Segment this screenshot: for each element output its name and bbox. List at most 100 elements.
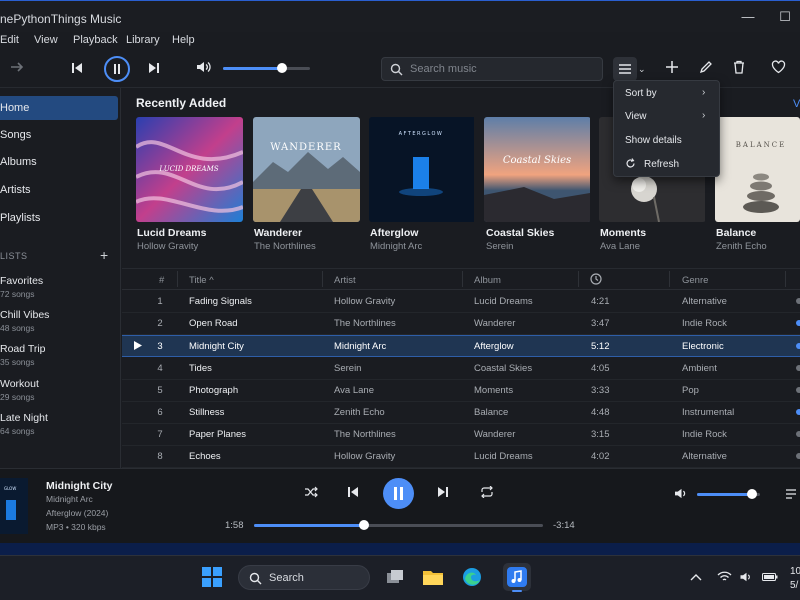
menu-help[interactable]: Help — [172, 34, 195, 46]
add-playlist-icon[interactable]: + — [100, 247, 108, 263]
album-title[interactable]: Afterglow — [370, 227, 418, 239]
favorite-indicator[interactable] — [796, 364, 800, 371]
taskbar-date[interactable]: 5/ — [790, 580, 798, 591]
track-album[interactable]: Moments — [474, 385, 513, 396]
repeat-icon[interactable] — [480, 485, 494, 501]
favorite-indicator[interactable] — [796, 386, 800, 393]
menu-item-sort-by[interactable]: Sort by — [625, 88, 657, 99]
playlist-late-night[interactable]: Late Night — [0, 412, 48, 424]
menu-item-view[interactable]: View — [625, 111, 647, 122]
album-cover-lucid-dreams[interactable]: LUCID DREAMS — [136, 117, 243, 222]
track-artist[interactable]: Ava Lane — [334, 385, 374, 396]
favorite-indicator[interactable] — [796, 298, 800, 304]
now-playing-album[interactable]: Afterglow (2024) — [46, 508, 108, 518]
track-artist[interactable]: The Northlines — [334, 318, 396, 329]
menu-edit[interactable]: Edit — [0, 34, 19, 46]
wifi-icon[interactable] — [717, 571, 732, 586]
album-cover-balance[interactable]: BALANCE — [715, 117, 800, 222]
table-row[interactable]: 4 Tides Serein Coastal Skies 4:05 Ambient — [122, 358, 800, 380]
table-row[interactable]: 8 Echoes Hollow Gravity Lucid Dreams 4:02 Alt… — [122, 446, 800, 469]
previous-track-icon[interactable] — [347, 486, 359, 501]
album-title[interactable]: Wanderer — [254, 227, 302, 239]
windows-start-icon[interactable] — [201, 566, 223, 588]
sidebar-item-albums[interactable]: Albums — [0, 150, 118, 174]
favorite-indicator[interactable] — [796, 320, 800, 327]
search-input[interactable] — [410, 61, 595, 77]
sidebar-item-home[interactable]: Home — [0, 96, 118, 120]
track-artist[interactable]: Midnight Arc — [334, 341, 386, 352]
table-row[interactable]: 1 Fading Signals Hollow Gravity Lucid Dream… — [122, 291, 800, 313]
playlist-road-trip[interactable]: Road Trip — [0, 343, 46, 355]
album-title[interactable]: Coastal Skies — [486, 227, 554, 239]
view-all-link[interactable]: V — [793, 98, 800, 110]
table-row[interactable]: 3 Midnight City Midnight Arc Afterglow 5:12 E… — [122, 335, 800, 358]
taskbar-search[interactable]: Search — [238, 565, 370, 590]
previous-track-icon[interactable] — [71, 61, 83, 77]
queue-icon[interactable] — [786, 488, 798, 503]
volume-icon[interactable] — [674, 487, 689, 503]
heart-icon[interactable] — [771, 60, 786, 77]
track-artist[interactable]: Zenith Echo — [334, 407, 385, 418]
now-playing-artist[interactable]: Midnight Arc — [46, 494, 93, 504]
track-album[interactable]: Balance — [474, 407, 508, 418]
options-menu-button[interactable] — [613, 57, 637, 81]
column-album[interactable]: Album — [474, 275, 501, 286]
menu-library[interactable]: Library — [126, 34, 160, 46]
track-album[interactable]: Lucid Dreams — [474, 296, 533, 307]
delete-icon[interactable] — [732, 60, 746, 77]
album-title[interactable]: Lucid Dreams — [137, 227, 206, 239]
column-genre[interactable]: Genre — [682, 275, 708, 286]
edge-browser-icon[interactable] — [461, 566, 483, 588]
table-row[interactable]: 5 Photograph Ava Lane Moments 3:33 Pop — [122, 380, 800, 402]
file-explorer-icon[interactable] — [422, 566, 444, 588]
sidebar-item-playlists[interactable]: Playlists — [0, 206, 118, 230]
volume-slider[interactable] — [697, 489, 760, 499]
album-title[interactable]: Balance — [716, 227, 756, 239]
search-box[interactable] — [381, 57, 603, 81]
speaker-icon[interactable] — [739, 571, 754, 586]
track-album[interactable]: Wanderer — [474, 318, 515, 329]
seek-knob[interactable] — [358, 520, 369, 530]
table-row[interactable]: 6 Stillness Zenith Echo Balance 4:48 Instrume… — [122, 402, 800, 424]
chevron-down-icon[interactable]: ⌄ — [638, 64, 646, 75]
next-track-icon[interactable] — [437, 486, 449, 501]
next-track-icon[interactable] — [148, 61, 160, 77]
playlist-chill-vibes[interactable]: Chill Vibes — [0, 309, 49, 321]
track-artist[interactable]: Hollow Gravity — [334, 296, 395, 307]
add-icon[interactable] — [665, 60, 679, 77]
minimize-icon[interactable]: — — [741, 10, 755, 24]
column-title[interactable]: Title ^ — [189, 275, 214, 286]
shuffle-icon[interactable] — [304, 486, 318, 501]
album-cover-wanderer[interactable]: WANDERER — [253, 117, 360, 222]
table-row[interactable]: 7 Paper Planes The Northlines Wanderer 3:15 I… — [122, 424, 800, 447]
sidebar-item-songs[interactable]: Songs — [0, 123, 118, 147]
menu-item-refresh[interactable]: Refresh — [644, 159, 679, 170]
track-album[interactable]: Coastal Skies — [474, 363, 532, 374]
album-cover-afterglow[interactable]: AFTERGLOW — [369, 117, 476, 222]
taskbar-clock[interactable]: 10 — [790, 566, 800, 577]
column-number[interactable]: # — [159, 275, 164, 286]
seek-bar[interactable] — [254, 520, 543, 530]
music-app-taskbar-icon[interactable] — [503, 563, 531, 592]
track-artist[interactable]: Hollow Gravity — [334, 451, 395, 462]
table-row[interactable]: 2 Open Road The Northlines Wanderer 3:47 Indi… — [122, 313, 800, 336]
forward-arrow-icon[interactable] — [9, 59, 25, 78]
now-playing-artwork[interactable]: GLOW — [0, 478, 28, 534]
track-album[interactable]: Afterglow — [474, 341, 514, 352]
playlist-favorites[interactable]: Favorites — [0, 275, 43, 287]
track-album[interactable]: Lucid Dreams — [474, 451, 533, 462]
menu-item-show-details[interactable]: Show details — [625, 135, 682, 146]
task-view-icon[interactable] — [384, 566, 406, 588]
favorite-indicator[interactable] — [796, 343, 800, 350]
column-artist[interactable]: Artist — [334, 275, 356, 286]
maximize-icon[interactable]: ☐ — [778, 10, 792, 24]
playlist-workout[interactable]: Workout — [0, 378, 39, 390]
clock-icon[interactable] — [590, 273, 602, 288]
favorite-indicator[interactable] — [796, 431, 800, 438]
sidebar-item-artists[interactable]: Artists — [0, 178, 118, 202]
track-album[interactable]: Wanderer — [474, 429, 515, 440]
album-cover-coastal-skies[interactable]: Coastal Skies — [484, 117, 591, 222]
pause-button[interactable] — [104, 56, 130, 82]
menu-playback[interactable]: Playback — [73, 34, 118, 46]
track-artist[interactable]: The Northlines — [334, 429, 396, 440]
